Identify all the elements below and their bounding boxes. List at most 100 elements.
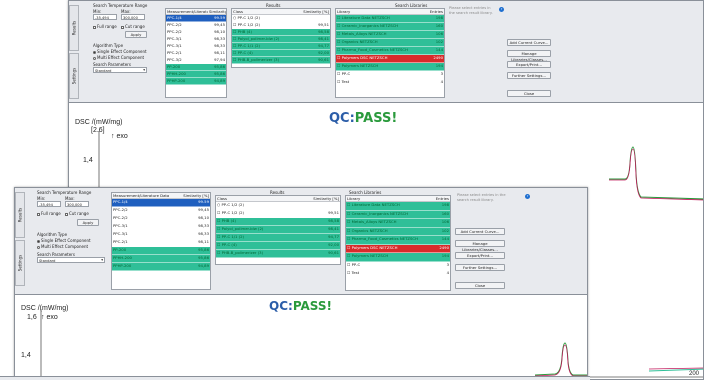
result-row[interactable]: ☐ PHB-B_polimerizer (3) 90,61 [216,250,340,258]
filter-row[interactable]: ○ PP-C 1/2 (2) [216,202,340,210]
help-icon[interactable]: ? [525,194,530,199]
result-row[interactable]: ☐ Polyol_polimer-blw (2) 98,41 [232,36,330,43]
result-row[interactable]: ☐ PHB-B_polimerizer (3) 90,61 [232,57,330,64]
measurement-row[interactable]: PP-200 95,86 [112,247,210,255]
library-row[interactable]: ☐ Metals_Alloys NETZSCH 106 [346,219,450,228]
library-row[interactable]: ☐ Ceramic_Inorganics NETZSCH 160 [346,210,450,219]
library-row[interactable]: ☐ Metals_Alloys NETZSCH 106 [336,31,444,39]
apply-button[interactable]: Apply [125,31,147,38]
measurement-row[interactable]: PPC-3/1 98,33 [166,43,226,50]
add-current-curve-button[interactable]: Add Current Curve... [507,39,551,46]
tab-results[interactable]: Results [15,192,25,238]
filter-value[interactable]: ○ PP-C 1/2 (2) [216,202,340,209]
library-row[interactable]: ☐ Polymers NETZSCH 194 [346,253,450,262]
measurement-row[interactable]: PPC-3/1 98,33 [166,36,226,43]
library-row[interactable]: ☐ Pharma_Food_Cosmetics NETZSCH 144 [346,236,450,245]
result-row[interactable]: ☐ PHB (4) 98,58 [216,218,340,226]
cut-range-checkbox[interactable]: Cut range [65,211,89,216]
library-row[interactable]: ☐ Organics NETZSCH 102 [346,227,450,236]
measurement-row[interactable]: PPC-2/2 98,10 [112,215,210,223]
measurement-row[interactable]: PPC-2/2 99,45 [166,22,226,29]
column-header[interactable]: Class [216,196,303,201]
library-row[interactable]: ☐ Literature Data NETZSCH 198 [336,15,444,23]
full-range-checkbox[interactable]: Full range [37,211,61,216]
min-input[interactable]: -35,494 [37,201,61,207]
export-print-button[interactable]: Export/Print... [455,252,505,259]
result-row[interactable]: ☐ Polyol_polimer-blw (2) 98,41 [216,226,340,234]
column-header[interactable]: Similarity [%] [208,9,226,14]
library-row[interactable]: ☐ Organics NETZSCH 102 [336,39,444,47]
manage-libraries-button[interactable]: Manage Libraries/Classes... [455,240,505,252]
measurements-table[interactable]: Measurement/Literature DataSimilarity [%… [165,8,227,98]
column-header[interactable]: Library [336,9,412,14]
single-effect-radio[interactable]: Single Effect Component [37,238,91,243]
measurement-row[interactable]: PPC-2/2 98,10 [166,29,226,36]
add-current-curve-button[interactable]: Add Current Curve... [455,228,505,235]
measurement-row[interactable]: PPC-2/1 98,11 [166,50,226,57]
measurement-row[interactable]: PPC-3/1 98,33 [112,231,210,239]
results-table[interactable]: Class Similarity [%] ○ PP-C 1/2 (2) ☐ PP-C … [231,8,331,68]
search-parameters-select[interactable]: Standard ▾ [93,67,147,73]
result-row[interactable]: ☐ PP-C (4) 92,00 [232,50,330,57]
measurement-row[interactable]: PPC-3/2 97,94 [166,57,226,64]
library-row[interactable]: ☐ PP-C 3 [336,71,444,79]
column-header[interactable]: Entries [412,9,444,14]
libraries-table[interactable]: Library Entries ☐ Literature Data NETZSCH 1… [335,8,445,98]
apply-button[interactable]: Apply [77,219,99,226]
filter-row[interactable]: ○ PP-C 1/2 (2) [232,15,330,22]
multi-effect-radio[interactable]: Multi Effect Component [37,244,88,249]
further-settings-button[interactable]: Further Settings... [455,264,505,271]
libraries-table[interactable]: Library Entries ☐ Literature Data NETZSCH 1… [345,195,451,291]
tab-settings[interactable]: Settings [15,240,25,286]
library-row[interactable]: ☐ Pharma_Food_Cosmetics NETZSCH 144 [336,47,444,55]
search-parameters-select[interactable]: Standard ▾ [37,257,105,263]
result-row[interactable]: ☐ PP-C (4) 92,00 [216,242,340,250]
column-header[interactable]: Similarity [%] [301,9,330,14]
max-input[interactable]: 300,000 [121,14,145,20]
further-settings-button[interactable]: Further Settings... [507,72,551,79]
result-row[interactable]: ☐ PHB (4) 98,58 [232,29,330,36]
column-header[interactable]: Measurement/Literature Data [112,193,181,198]
column-header[interactable]: Class [232,9,301,14]
close-button[interactable]: Close [455,282,505,289]
library-row[interactable]: ☐ Test 4 [336,79,444,87]
measurement-row[interactable]: PPHP-200 94,89 [166,78,226,85]
library-row[interactable]: ☐ Polymers DSC NETZSCH 2490 [336,55,444,63]
export-print-button[interactable]: Export/Print... [507,61,551,68]
result-row[interactable]: ☐ PP-C 1/2 (2) 99,51 [232,22,330,29]
min-input[interactable]: -35,494 [93,14,117,20]
result-row[interactable]: ☐ PP-C 1/1 (2) 94,77 [232,43,330,50]
full-range-checkbox[interactable]: Full range [93,24,117,29]
measurement-row[interactable]: PPC-1/4 99.59 [112,199,210,207]
measurement-row[interactable]: PPHP-200 94,89 [112,263,210,271]
measurement-row[interactable]: PPHH-200 95,86 [166,71,226,78]
filter-value[interactable]: ○ PP-C 1/2 (2) [232,15,330,21]
measurement-row[interactable]: PPHH-200 95,86 [112,255,210,263]
close-button[interactable]: Close [507,90,551,97]
measurement-row[interactable]: PPC-1/4 99.59 [166,15,226,22]
column-header[interactable]: Similarity [%] [303,196,340,201]
measurement-row[interactable]: PPC-2/2 99,45 [112,207,210,215]
result-row[interactable]: ☐ PP-C 1/1 (2) 94,77 [216,234,340,242]
single-effect-radio[interactable]: Single Effect Component [93,49,147,54]
manage-libraries-button[interactable]: Manage Libraries/Classes... [507,50,551,62]
help-icon[interactable]: ? [499,7,504,12]
tab-settings[interactable]: Settings [69,53,79,99]
column-header[interactable]: Library [346,196,419,201]
cut-range-checkbox[interactable]: Cut range [121,24,145,29]
measurements-table[interactable]: Measurement/Literature DataSimilarity [%… [111,192,211,290]
library-row[interactable]: ☐ PP-C 3 [346,262,450,270]
multi-effect-radio[interactable]: Multi Effect Component [93,55,144,60]
measurement-row[interactable]: PP-200 95,86 [166,64,226,71]
tab-results[interactable]: Results [69,5,79,51]
column-header[interactable]: Entries [419,196,450,201]
library-row[interactable]: ☐ Polymers DSC NETZSCH 2490 [346,244,450,253]
library-row[interactable]: ☐ Polymers NETZSCH 194 [336,63,444,71]
library-row[interactable]: ☐ Ceramic_Inorganics NETZSCH 160 [336,23,444,31]
library-row[interactable]: ☐ Test 4 [346,270,450,279]
result-row[interactable]: ☐ PP-C 1/2 (2) 99,51 [216,210,340,218]
measurement-row[interactable]: PPC-2/1 98,11 [112,239,210,247]
column-header[interactable]: Measurement/Literature Data [166,9,208,14]
max-input[interactable]: 300,000 [65,201,89,207]
results-table[interactable]: Class Similarity [%] ○ PP-C 1/2 (2) ☐ PP-C … [215,195,341,265]
